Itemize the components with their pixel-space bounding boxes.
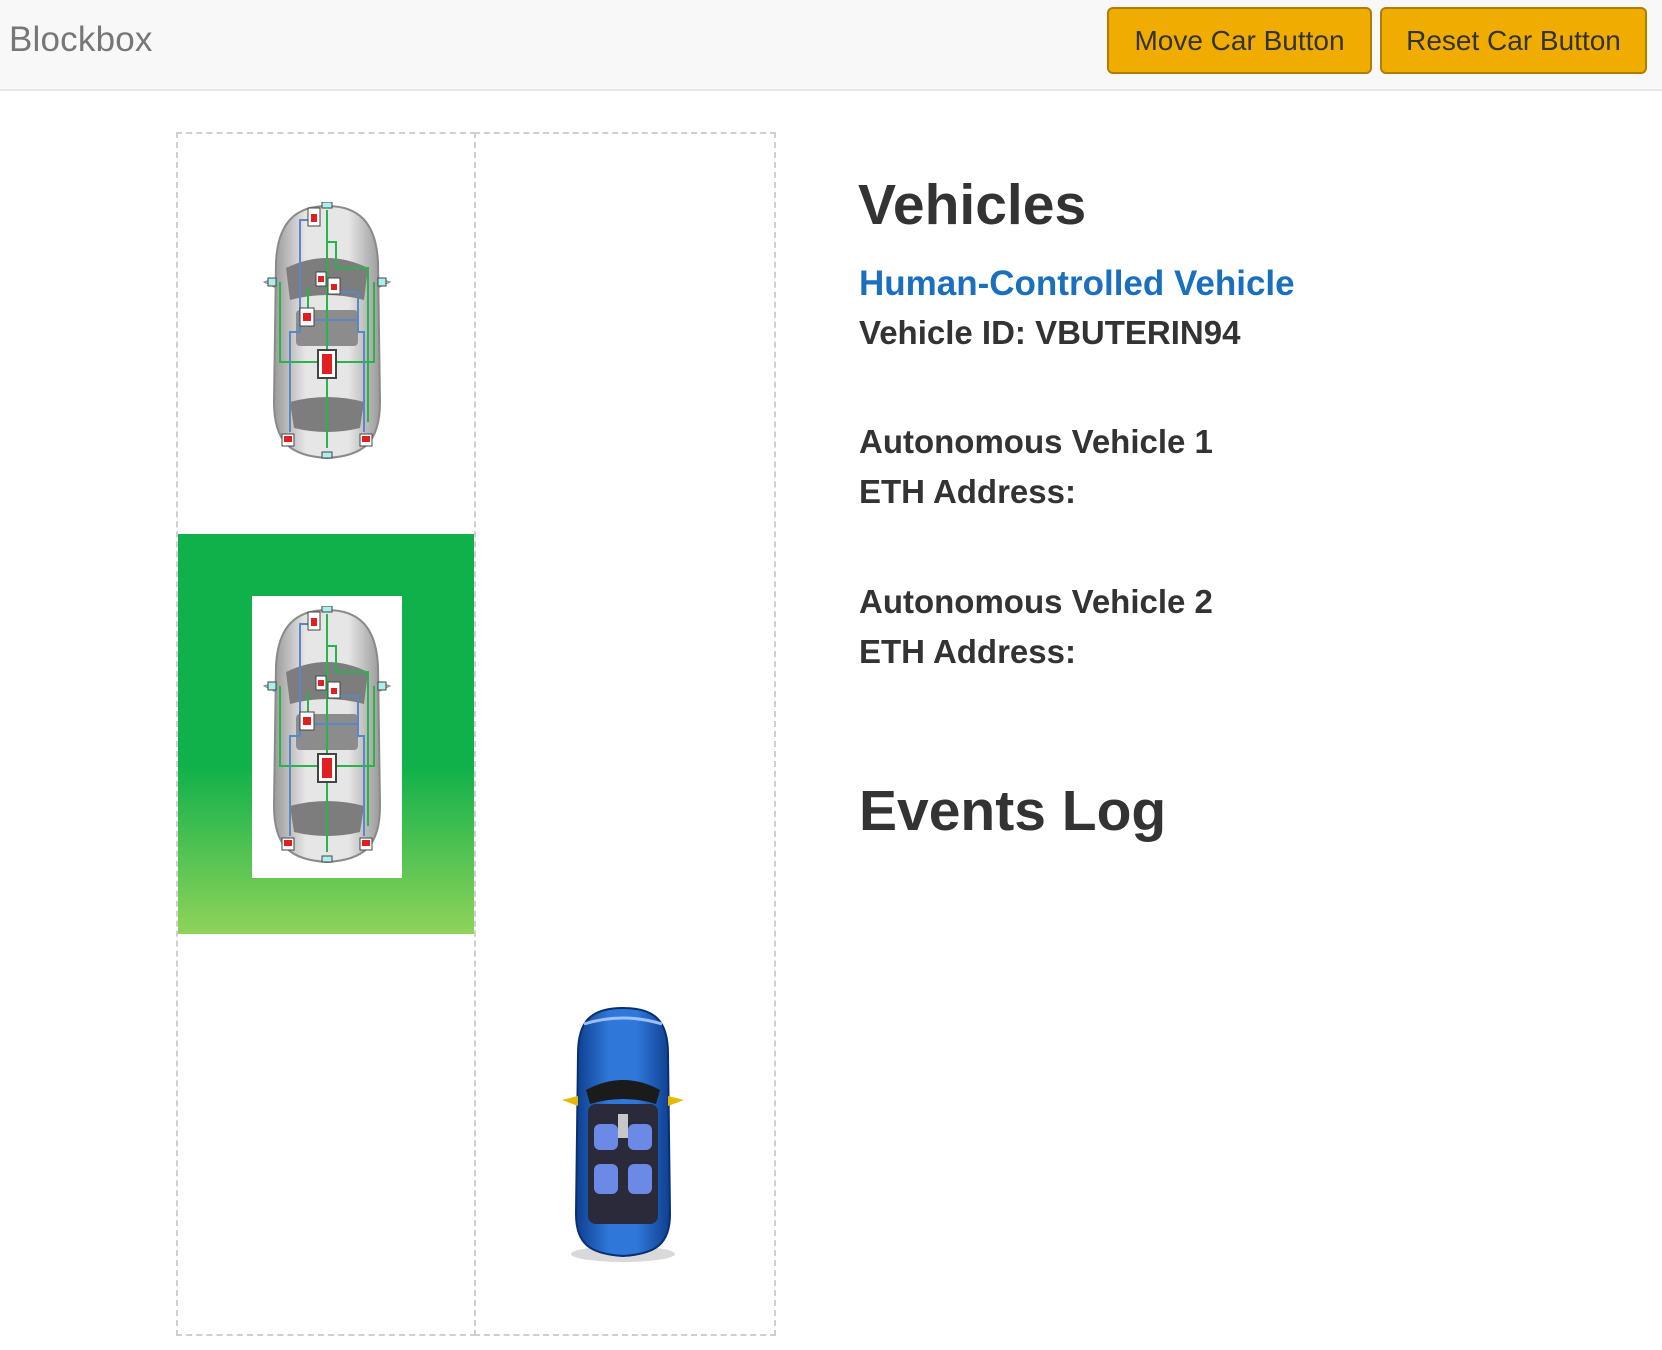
reset-car-button[interactable]: Reset Car Button: [1380, 7, 1647, 74]
av2-title: Autonomous Vehicle 2: [859, 583, 1213, 620]
move-car-button[interactable]: Move Car Button: [1107, 7, 1372, 74]
autonomous-car-icon: [262, 606, 392, 864]
av1-title: Autonomous Vehicle 1: [859, 423, 1213, 460]
road-grid: [176, 132, 776, 1336]
brand-logo-text[interactable]: Blockbox: [9, 20, 153, 60]
av1-eth-address: ETH Address:: [859, 473, 1076, 510]
autonomous-car-icon: [262, 202, 392, 460]
human-car-icon: [562, 1006, 684, 1262]
av2-eth-address: ETH Address:: [859, 633, 1076, 670]
navbar: Blockbox Move Car Button Reset Car Butto…: [0, 0, 1662, 91]
events-log-heading: Events Log: [859, 779, 1167, 843]
human-vehicle-link[interactable]: Human-Controlled Vehicle: [859, 264, 1295, 304]
active-cell-highlight: [178, 534, 474, 934]
human-vehicle-id: Vehicle ID: VBUTERIN94: [859, 314, 1241, 351]
car-frame: [252, 596, 402, 878]
vehicles-heading: Vehicles: [858, 173, 1087, 237]
